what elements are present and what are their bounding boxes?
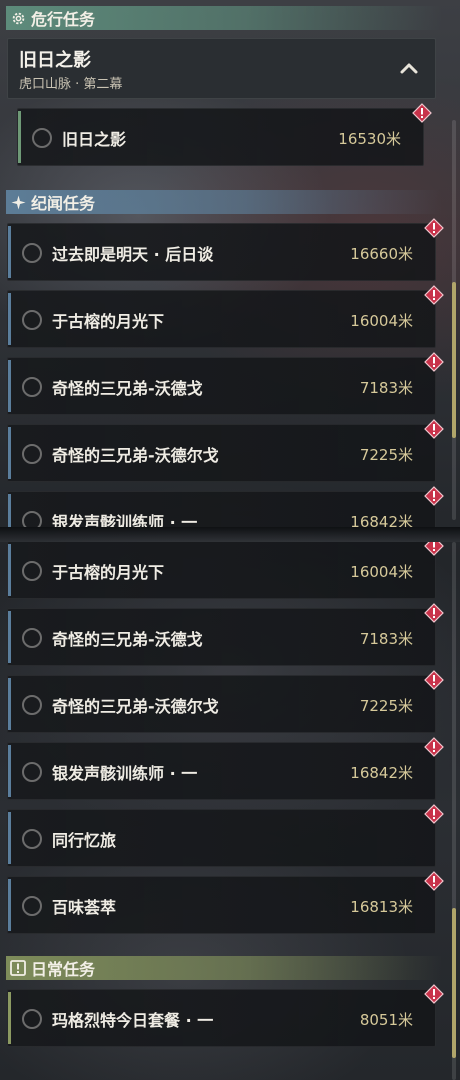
task-distance: 16842米 [350, 764, 413, 782]
circle-outline-icon[interactable] [22, 377, 42, 397]
scrollbar-thumb[interactable] [452, 282, 456, 438]
alert-diamond-icon [424, 737, 444, 757]
task-distance: 8051米 [359, 1011, 413, 1029]
chevron-up-icon[interactable] [399, 60, 419, 76]
section-header-legend[interactable]: 纪闻任务 [6, 190, 442, 214]
task-distance: 7183米 [359, 630, 413, 648]
section-header-daily[interactable]: 日常任务 [6, 956, 442, 980]
task-card[interactable]: 奇怪的三兄弟-沃德戈 7183米 [7, 352, 444, 415]
chapter-subtitle: 虎口山脉 · 第二幕 [19, 77, 123, 92]
alert-diamond-icon [412, 103, 432, 123]
task-card[interactable]: 旧日之影 16530米 [17, 103, 432, 166]
panel-seam [0, 527, 460, 542]
circle-outline-icon[interactable] [22, 444, 42, 464]
sparkle-icon [10, 194, 26, 210]
task-name: 过去即是明天 · 后日谈 [52, 245, 214, 264]
task-distance: 16842米 [350, 513, 413, 527]
task-card[interactable]: 百味荟萃 16813米 [7, 871, 444, 934]
circle-outline-icon[interactable] [22, 1009, 42, 1029]
task-card[interactable]: 于古榕的月光下 16004米 [7, 542, 444, 599]
alert-diamond-icon [424, 352, 444, 372]
task-card[interactable]: 同行忆旅 [7, 804, 444, 867]
alert-diamond-icon [424, 871, 444, 891]
section-label: 日常任务 [31, 960, 96, 979]
circle-outline-icon[interactable] [22, 243, 42, 263]
alert-diamond-icon [424, 285, 444, 305]
alert-diamond-icon [424, 670, 444, 690]
task-accent-bar [8, 879, 11, 931]
task-name: 奇怪的三兄弟-沃德尔戈 [52, 697, 219, 716]
task-name: 百味荟萃 [52, 898, 117, 917]
task-distance: 7225米 [359, 697, 413, 715]
task-name: 银发声骸训练师 · 一 [52, 513, 198, 527]
circle-outline-icon[interactable] [22, 628, 42, 648]
section-label: 纪闻任务 [31, 194, 96, 213]
task-accent-bar [8, 611, 11, 663]
circle-outline-icon[interactable] [22, 829, 42, 849]
circle-outline-icon[interactable] [22, 762, 42, 782]
chapter-title: 旧日之影 [19, 50, 91, 71]
circle-outline-icon[interactable] [22, 561, 42, 581]
task-card[interactable]: 银发声骸训练师 · 一 16842米 [7, 486, 444, 527]
task-card[interactable]: 奇怪的三兄弟-沃德尔戈 7225米 [7, 419, 444, 482]
task-accent-bar [18, 111, 21, 163]
task-distance: 16530米 [338, 130, 401, 148]
task-accent-bar [8, 494, 11, 527]
chapter-card[interactable]: 旧日之影 虎口山脉 · 第二幕 [7, 38, 436, 99]
task-accent-bar [8, 360, 11, 412]
task-name: 旧日之影 [62, 130, 127, 149]
scrollbar-top[interactable] [452, 120, 456, 520]
task-name: 奇怪的三兄弟-沃德戈 [52, 379, 203, 398]
circle-outline-icon[interactable] [22, 310, 42, 330]
task-accent-bar [8, 678, 11, 730]
task-card[interactable]: 奇怪的三兄弟-沃德戈 7183米 [7, 603, 444, 666]
task-card[interactable]: 银发声骸训练师 · 一 16842米 [7, 737, 444, 800]
alert-diamond-icon [424, 419, 444, 439]
task-name: 于古榕的月光下 [52, 312, 165, 331]
alert-diamond-icon [424, 218, 444, 238]
alert-diamond-icon [424, 804, 444, 824]
task-accent-bar [8, 992, 11, 1044]
task-name: 奇怪的三兄弟-沃德尔戈 [52, 446, 219, 465]
task-name: 银发声骸训练师 · 一 [52, 764, 198, 783]
task-accent-bar [8, 745, 11, 797]
circle-outline-icon[interactable] [32, 128, 52, 148]
quest-panel-top: 危行任务 旧日之影 虎口山脉 · 第二幕 旧日之影 16530米 纪闻任务 过去即… [0, 0, 460, 527]
scrollbar-thumb[interactable] [452, 908, 456, 1058]
circle-outline-icon[interactable] [22, 511, 42, 527]
circle-outline-icon[interactable] [22, 896, 42, 916]
task-distance: 7225米 [359, 446, 413, 464]
exclamation-box-icon [10, 960, 26, 976]
task-distance: 16660米 [350, 245, 413, 263]
task-accent-bar [8, 427, 11, 479]
section-label: 危行任务 [31, 10, 96, 29]
task-name: 奇怪的三兄弟-沃德戈 [52, 630, 203, 649]
task-name: 同行忆旅 [52, 831, 117, 850]
task-accent-bar [8, 226, 11, 278]
circle-outline-icon[interactable] [22, 695, 42, 715]
task-distance: 16004米 [350, 563, 413, 581]
scrollbar-bottom[interactable] [452, 542, 456, 1080]
gear-icon [10, 10, 26, 26]
task-accent-bar [8, 544, 11, 596]
task-accent-bar [8, 812, 11, 864]
task-distance: 16004米 [350, 312, 413, 330]
task-name: 于古榕的月光下 [52, 563, 165, 582]
alert-diamond-icon [424, 486, 444, 506]
alert-diamond-icon [424, 603, 444, 623]
task-name: 玛格烈特今日套餐 · 一 [52, 1011, 214, 1030]
alert-diamond-icon [424, 542, 444, 556]
task-card[interactable]: 过去即是明天 · 后日谈 16660米 [7, 218, 444, 281]
task-accent-bar [8, 293, 11, 345]
task-distance: 16813米 [350, 898, 413, 916]
task-card[interactable]: 玛格烈特今日套餐 · 一 8051米 [7, 984, 444, 1047]
task-card[interactable]: 奇怪的三兄弟-沃德尔戈 7225米 [7, 670, 444, 733]
task-card[interactable]: 于古榕的月光下 16004米 [7, 285, 444, 348]
task-distance: 7183米 [359, 379, 413, 397]
alert-diamond-icon [424, 984, 444, 1004]
quest-panel-bottom: 于古榕的月光下 16004米奇怪的三兄弟-沃德戈 7183米奇怪的三兄弟-沃德尔戈 7… [0, 542, 460, 1080]
section-header-danger[interactable]: 危行任务 [6, 6, 442, 30]
